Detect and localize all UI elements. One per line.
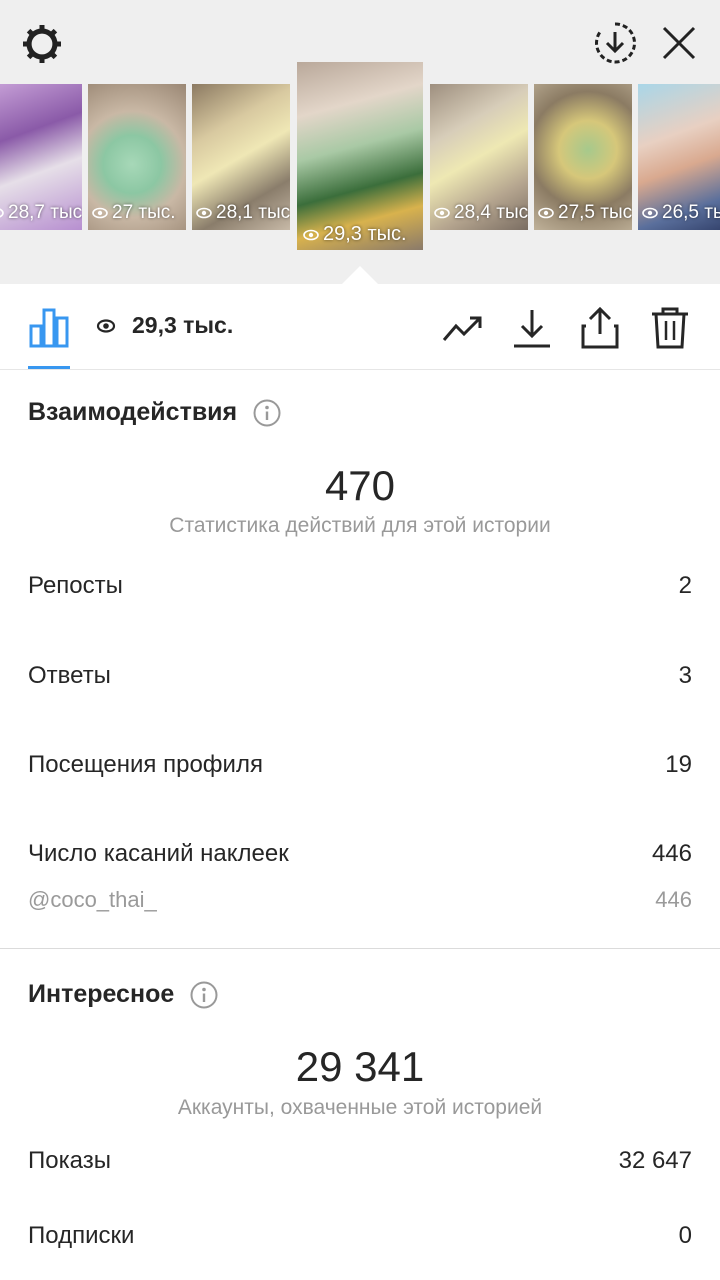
active-story-pointer — [342, 266, 378, 284]
discovery-total: 29 341 — [295, 1043, 425, 1090]
story-thumbnail[interactable]: 28,1 тыс. — [192, 84, 290, 230]
interactions-total: 470 — [324, 462, 396, 509]
story-thumbnail[interactable]: 28,7 тыс. — [0, 84, 82, 230]
story-thumbnail[interactable]: 26,5 тыс. — [638, 84, 720, 230]
close-icon[interactable] — [656, 20, 702, 66]
eye-icon — [303, 229, 319, 240]
info-icon[interactable] — [190, 981, 218, 1009]
story-thumbnail-active[interactable]: 29,3 тыс. — [297, 62, 423, 250]
stat-row-profile-visits: Посещения профиля 19 — [28, 751, 692, 778]
download-icon[interactable] — [510, 306, 554, 350]
stat-row-sticker-mention: @coco_thai_ 446 — [28, 887, 692, 912]
story-thumbnail[interactable]: 27 тыс. — [88, 84, 186, 230]
share-icon[interactable] — [578, 306, 622, 350]
gear-icon[interactable] — [20, 22, 64, 66]
stat-row-reposts: Репосты 2 — [28, 572, 692, 599]
trending-icon[interactable] — [440, 306, 484, 350]
story-views: 27,5 тыс. — [538, 202, 632, 224]
section-divider — [0, 948, 720, 949]
story-views: 29,3 тыс. — [303, 223, 407, 246]
eye-icon — [642, 207, 658, 219]
eye-icon — [434, 207, 450, 219]
circle-download-icon[interactable] — [592, 20, 638, 66]
stat-row-sticker-taps: Число касаний наклеек 446 — [28, 840, 692, 867]
interactions-title: Взаимодействия — [28, 398, 281, 427]
eye-icon — [92, 207, 108, 219]
story-views: 28,7 тыс. — [0, 202, 82, 224]
active-tab-indicator — [28, 366, 70, 369]
bar-chart-icon[interactable] — [28, 306, 70, 348]
stat-row-follows: Подписки 0 — [28, 1222, 692, 1249]
stat-row-replies: Ответы 3 — [28, 662, 692, 689]
views-total: 29,3 тыс. — [96, 312, 233, 339]
info-icon[interactable] — [253, 399, 281, 427]
story-strip: 28,7 тыс. 27 тыс. 28,1 тыс. 29,3 тыс. 28… — [0, 0, 720, 284]
discovery-subtitle: Аккаунты, охваченные этой историей — [177, 1096, 543, 1119]
discovery-title: Интересное — [28, 980, 218, 1009]
story-views: 26,5 тыс. — [642, 202, 720, 224]
eye-icon — [538, 207, 554, 219]
interactions-subtitle: Статистика действий для этой истории — [169, 514, 551, 537]
story-views: 28,1 тыс. — [196, 202, 290, 224]
story-views: 28,4 тыс. — [434, 202, 528, 224]
trash-icon[interactable] — [648, 306, 692, 350]
story-views: 27 тыс. — [92, 202, 176, 224]
story-thumbnail[interactable]: 28,4 тыс. — [430, 84, 528, 230]
story-thumbnail[interactable]: 27,5 тыс. — [534, 84, 632, 230]
stat-row-impressions: Показы 32 647 — [28, 1147, 692, 1174]
eye-icon — [196, 207, 212, 219]
eye-icon — [96, 318, 116, 333]
insights-toolbar: 29,3 тыс. — [0, 284, 720, 370]
eye-icon — [0, 208, 4, 218]
